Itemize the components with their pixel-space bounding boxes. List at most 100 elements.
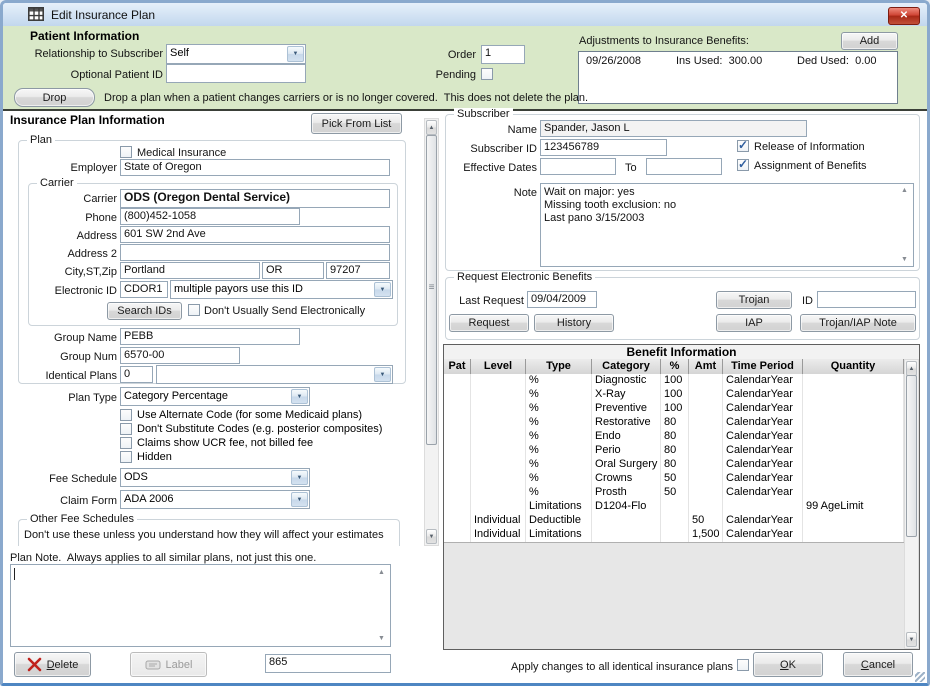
phone-field[interactable]: (800)452-1058	[120, 208, 300, 225]
benefit-column-header[interactable]: Pat	[444, 359, 471, 374]
medical-insurance-checkbox[interactable]	[120, 146, 132, 158]
carrier-field[interactable]: ODS (Oregon Dental Service)	[120, 189, 390, 208]
assignment-of-benefits-checkbox[interactable]	[737, 159, 749, 171]
identical-plans-dropdown[interactable]: ▼	[156, 365, 393, 384]
dont-send-checkbox[interactable]	[188, 304, 200, 316]
scroll-up-icon[interactable]: ▲	[901, 187, 908, 194]
order-label: Order	[416, 49, 476, 61]
address-field[interactable]: 601 SW 2nd Ave	[120, 226, 390, 243]
benefit-row[interactable]: %Restorative80CalendarYear	[444, 416, 904, 431]
benefit-row[interactable]: %X-Ray100CalendarYear	[444, 388, 904, 403]
benefit-column-header[interactable]: Time Period	[723, 359, 803, 374]
subscriber-note-textarea[interactable]: Wait on major: yes Missing tooth exclusi…	[540, 183, 914, 267]
zip-field[interactable]: 97207	[326, 262, 390, 279]
release-of-information-checkbox[interactable]	[737, 140, 749, 152]
group-name-field[interactable]: PEBB	[120, 328, 300, 345]
scroll-up-icon[interactable]: ▲	[378, 569, 385, 576]
benefit-row[interactable]: %Preventive100CalendarYear	[444, 402, 904, 417]
scroll-down-icon[interactable]: ▼	[901, 256, 908, 263]
text-cursor	[14, 568, 15, 580]
effective-from-field[interactable]	[540, 158, 616, 175]
cancel-button[interactable]: Cancel	[843, 652, 913, 677]
last-request-field[interactable]: 09/04/2009	[527, 291, 597, 308]
pending-checkbox[interactable]	[481, 68, 493, 80]
scroll-up-icon[interactable]: ▲	[426, 120, 437, 135]
request-button[interactable]: Request	[449, 314, 529, 332]
plan-scrollbar[interactable]: ▲ ▼	[424, 118, 439, 546]
optional-patient-id-field[interactable]	[166, 64, 306, 83]
close-button[interactable]: ✕	[888, 7, 920, 25]
apply-changes-checkbox[interactable]	[737, 659, 749, 671]
plan-note-label: Plan Note. Always applies to all similar…	[10, 552, 316, 564]
scroll-down-icon[interactable]: ▼	[426, 529, 437, 544]
claim-form-dropdown[interactable]: ADA 2006▼	[120, 490, 310, 509]
scroll-down-icon[interactable]: ▼	[378, 635, 385, 642]
order-field[interactable]: 1	[481, 45, 525, 64]
city-field[interactable]: Portland	[120, 262, 260, 279]
plan-option-label: Use Alternate Code (for some Medicaid pl…	[137, 409, 362, 421]
ok-button[interactable]: OK	[753, 652, 823, 677]
chevron-down-icon: ▼	[374, 367, 391, 382]
scroll-down-icon[interactable]: ▼	[906, 632, 917, 647]
benefit-cell	[592, 514, 661, 528]
payor-dropdown-value: multiple payors use this ID	[174, 283, 374, 295]
plan-option-checkbox[interactable]	[120, 423, 132, 435]
plan-option-checkbox[interactable]	[120, 437, 132, 449]
chevron-down-icon: ▼	[291, 470, 308, 485]
add-adjustment-button[interactable]: Add	[841, 32, 898, 50]
benefit-row[interactable]: %Crowns50CalendarYear	[444, 472, 904, 487]
trojan-button[interactable]: Trojan	[716, 291, 792, 309]
trojan-id-field[interactable]	[817, 291, 916, 308]
benefit-column-header[interactable]: Quantity	[803, 359, 904, 374]
benefit-cell	[444, 500, 471, 514]
label-button[interactable]: Label	[130, 652, 207, 677]
plan-option-label: Don't Substitute Codes (e.g. posterior c…	[137, 423, 382, 435]
delete-button[interactable]: Delete	[14, 652, 91, 677]
search-ids-button[interactable]: Search IDs	[107, 302, 182, 320]
address2-field[interactable]	[120, 244, 390, 261]
relationship-dropdown[interactable]: Self▼	[166, 44, 306, 64]
benefit-row[interactable]: %Oral Surgery80CalendarYear	[444, 458, 904, 473]
subscriber-group-label: Subscriber	[454, 108, 513, 120]
group-num-field[interactable]: 6570-00	[120, 347, 240, 364]
pick-from-list-button[interactable]: Pick From List	[311, 113, 402, 134]
plan-option-checkbox[interactable]	[120, 451, 132, 463]
electronic-id-field[interactable]: CDOR1	[120, 281, 168, 298]
benefit-cell	[444, 528, 471, 542]
payor-dropdown[interactable]: multiple payors use this ID▼	[170, 280, 393, 299]
benefit-column-header[interactable]: Level	[471, 359, 526, 374]
plan-option-checkbox[interactable]	[120, 409, 132, 421]
benefit-row[interactable]: IndividualDeductible50CalendarYear	[444, 514, 904, 529]
benefit-row[interactable]: LimitationsD1204-Flo99 AgeLimit	[444, 500, 904, 515]
benefit-row[interactable]: IndividualLimitations1,500CalendarYear	[444, 528, 904, 543]
benefit-column-header[interactable]: Type	[526, 359, 592, 374]
title-bar[interactable]: Edit Insurance Plan ✕	[3, 3, 927, 27]
plan-id-field[interactable]: 865	[265, 654, 391, 673]
plan-note-textarea[interactable]	[10, 564, 391, 647]
benefit-column-header[interactable]: Amt	[689, 359, 723, 374]
benefit-row[interactable]: %Endo80CalendarYear	[444, 430, 904, 445]
benefit-table-scrollbar[interactable]: ▲ ▼	[904, 359, 919, 649]
adjustments-listbox[interactable]: 09/26/2008 Ins Used: 300.00 Ded Used: 0.…	[578, 51, 898, 104]
state-field[interactable]: OR	[262, 262, 324, 279]
fee-schedule-dropdown[interactable]: ODS▼	[120, 468, 310, 487]
scroll-up-icon[interactable]: ▲	[906, 361, 917, 376]
scroll-thumb[interactable]	[906, 375, 917, 537]
plan-type-dropdown[interactable]: Category Percentage▼	[120, 387, 310, 406]
scroll-thumb[interactable]	[426, 135, 437, 445]
iap-button[interactable]: IAP	[716, 314, 792, 332]
history-button[interactable]: History	[534, 314, 614, 332]
benefit-column-header[interactable]: Category	[592, 359, 661, 374]
resize-grip[interactable]	[915, 672, 925, 682]
effective-to-field[interactable]	[646, 158, 722, 175]
identical-plans-label: Identical Plans	[20, 370, 117, 382]
benefit-row[interactable]: %Perio80CalendarYear	[444, 444, 904, 459]
benefit-row[interactable]: %Prosth50CalendarYear	[444, 486, 904, 501]
trojan-iap-note-button[interactable]: Trojan/IAP Note	[800, 314, 916, 332]
employer-field[interactable]: State of Oregon	[120, 159, 390, 176]
drop-button[interactable]: Drop	[14, 88, 95, 107]
benefit-row[interactable]: %Diagnostic100CalendarYear	[444, 374, 904, 389]
benefit-column-header[interactable]: %	[661, 359, 689, 374]
identical-plans-field[interactable]: 0	[120, 366, 153, 383]
subscriber-id-field[interactable]: 123456789	[540, 139, 667, 156]
